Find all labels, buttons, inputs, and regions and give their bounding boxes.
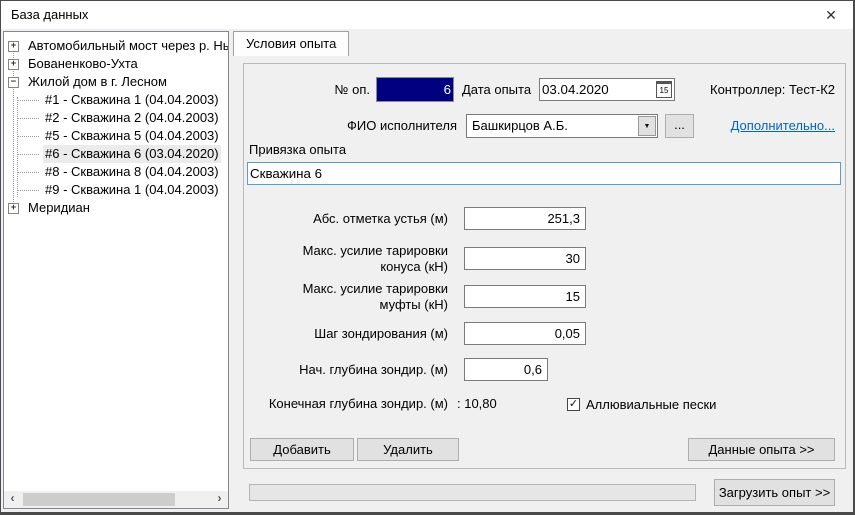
tree-item[interactable]: + Автомобильный мост через р. Ныр [4, 37, 228, 55]
executor-name-label: ФИО исполнителя [264, 114, 457, 138]
executor-name-combobox[interactable]: Башкирцов А.Б. ▼ [466, 114, 658, 138]
tree-item-label: Меридиан [26, 199, 92, 217]
tab-experiment-conditions[interactable]: Условия опыта [233, 31, 349, 56]
experiment-date-label: Дата опыта [462, 77, 531, 102]
tree-item[interactable]: + Бованенково-Ухта [4, 55, 228, 73]
tree-item[interactable]: #2 - Скважина 2 (04.04.2003) [4, 109, 228, 127]
tree-item[interactable]: #6 - Скважина 6 (03.04.2020) [4, 145, 228, 163]
sleeve-calibration-field[interactable] [464, 285, 586, 308]
additional-link[interactable]: Дополнительно... [731, 118, 835, 133]
alluvial-sands-label: Аллювиальные пески [586, 397, 716, 412]
controller-label: Контроллер: Тест-К2 [710, 77, 835, 102]
window-title: База данных [11, 1, 88, 29]
end-depth-label: Конечная глубина зондир. (м) [244, 395, 448, 413]
load-progress-bar [249, 484, 696, 501]
abs-elevation-label: Абс. отметка устья (м) [244, 207, 448, 231]
tree-item-label: #6 - Скважина 6 (03.04.2020) [43, 145, 221, 163]
tree-item[interactable]: #5 - Скважина 5 (04.04.2003) [4, 127, 228, 145]
tree-item-label: #9 - Скважина 1 (04.04.2003) [43, 181, 221, 199]
chevron-down-icon[interactable]: ▼ [638, 116, 656, 136]
experiment-data-button[interactable]: Данные опыта >> [688, 438, 835, 461]
tree-item[interactable]: + Меридиан [4, 199, 228, 217]
tree-item-label: Жилой дом в г. Лесном [26, 73, 169, 91]
tree-item[interactable]: #8 - Скважина 8 (04.04.2003) [4, 163, 228, 181]
experiment-binding-field[interactable] [247, 162, 841, 185]
checkbox-check-icon[interactable]: ✓ [567, 398, 580, 411]
delete-button[interactable]: Удалить [357, 438, 459, 461]
end-depth-value: : 10,80 [457, 395, 497, 413]
cone-calibration-label: Макс. усилие тарировки конуса (кН) [244, 243, 448, 275]
tree-horizontal-scrollbar[interactable]: ‹ › [4, 491, 228, 508]
scrollbar-thumb[interactable] [23, 493, 175, 506]
executor-name-value: Башкирцов А.Б. [472, 115, 568, 137]
cone-calibration-field[interactable] [464, 247, 586, 270]
experiments-tree-panel: + Автомобильный мост через р. Ныр + Бованен… [3, 31, 229, 509]
start-depth-label: Нач. глубина зондир. (м) [244, 358, 448, 382]
tree-item-label: #2 - Скважина 2 (04.04.2003) [43, 109, 221, 127]
experiment-number-field[interactable] [376, 77, 454, 102]
calendar-icon[interactable]: 15 [656, 81, 672, 98]
sleeve-calibration-label: Макс. усилие тарировки муфты (кН) [244, 281, 448, 313]
tree-item-label: #8 - Скважина 8 (04.04.2003) [43, 163, 221, 181]
sounding-step-label: Шаг зондирования (м) [244, 322, 448, 346]
start-depth-field[interactable] [464, 358, 548, 381]
experiment-conditions-group: № оп. Дата опыта 15 Контроллер: Тест-К2 … [243, 63, 846, 469]
tree-item-label: #1 - Скважина 1 (04.04.2003) [43, 91, 221, 109]
close-icon[interactable]: ✕ [819, 1, 843, 29]
executor-browse-button[interactable]: ... [665, 114, 694, 138]
tree-item-label: Бованенково-Ухта [26, 55, 140, 73]
expand-icon[interactable]: + [8, 203, 19, 214]
experiment-date-field[interactable]: 15 [539, 78, 675, 101]
scroll-right-arrow-icon[interactable]: › [211, 491, 228, 508]
alluvial-sands-checkbox[interactable]: ✓ Аллювиальные пески [567, 395, 716, 413]
tree-item-label: #5 - Скважина 5 (04.04.2003) [43, 127, 221, 145]
database-window: База данных ✕ + Автомобильный мост через … [0, 0, 855, 515]
expand-icon[interactable]: + [8, 59, 19, 70]
abs-elevation-field[interactable] [464, 207, 586, 230]
tree-item[interactable]: #9 - Скважина 1 (04.04.2003) [4, 181, 228, 199]
scroll-left-arrow-icon[interactable]: ‹ [4, 491, 21, 508]
collapse-icon[interactable]: − [8, 77, 19, 88]
tree-item[interactable]: #1 - Скважина 1 (04.04.2003) [4, 91, 228, 109]
experiment-binding-input[interactable] [248, 163, 840, 184]
tree-item[interactable]: −Жилой дом в г. Лесном [4, 73, 228, 91]
title-bar: База данных ✕ [1, 1, 853, 29]
tree-items: + Автомобильный мост через р. Ныр + Бованен… [4, 37, 228, 491]
expand-icon[interactable]: + [8, 41, 19, 52]
tree-item-label: Автомобильный мост через р. Ныр [26, 37, 228, 55]
sounding-step-field[interactable] [464, 322, 586, 345]
experiment-date-input[interactable] [540, 79, 652, 100]
add-button[interactable]: Добавить [250, 438, 354, 461]
load-experiment-button[interactable]: Загрузить опыт >> [714, 479, 835, 506]
experiment-number-label: № оп. [264, 77, 370, 102]
experiment-binding-label: Привязка опыта [249, 142, 346, 157]
